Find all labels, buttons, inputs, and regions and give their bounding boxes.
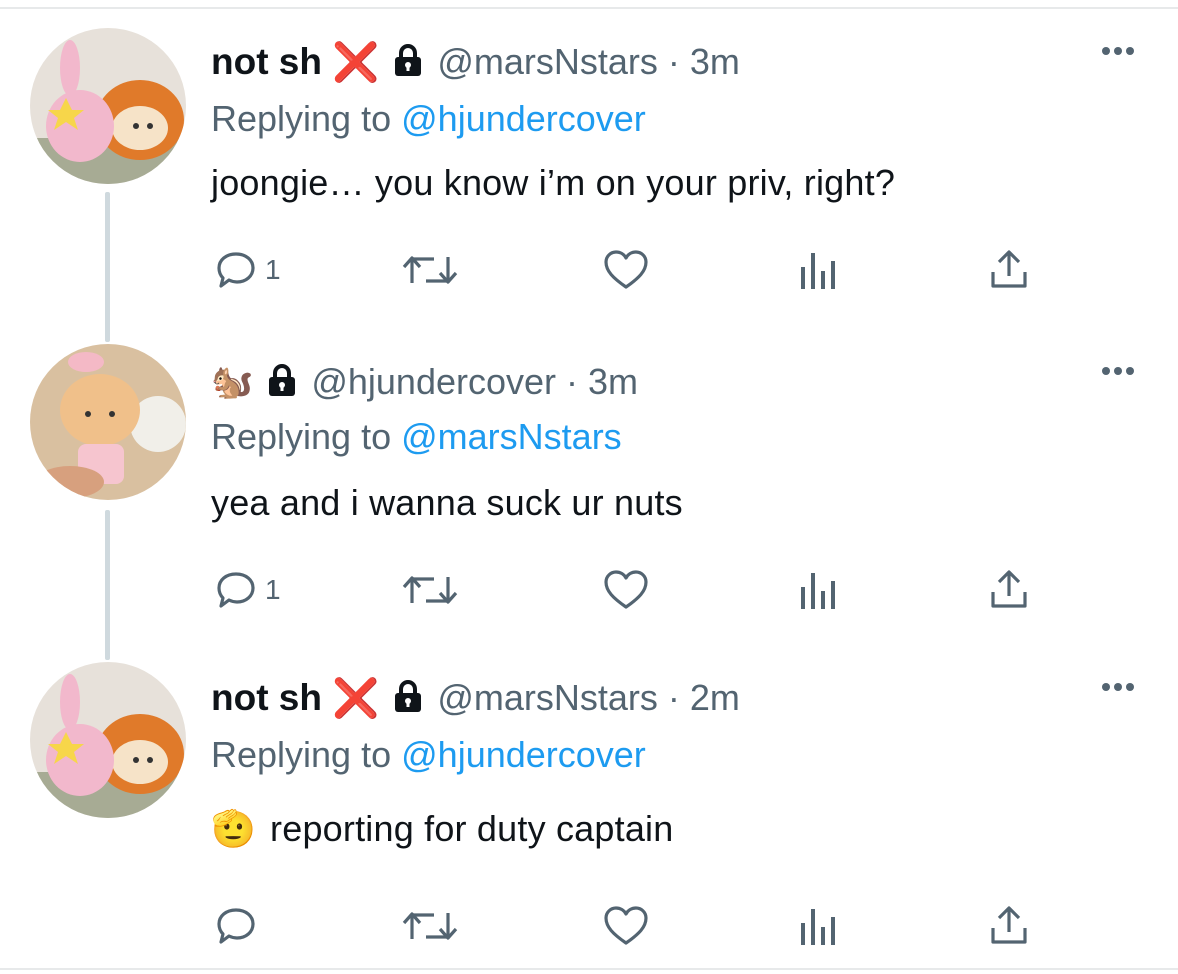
reply-icon	[217, 572, 255, 608]
views-icon	[801, 253, 835, 289]
replying-prefix: Replying to	[211, 98, 392, 139]
reply-button[interactable]: 1	[215, 564, 281, 616]
views-button[interactable]	[799, 900, 839, 952]
lock-icon	[393, 679, 423, 718]
separator-dot: ·	[667, 41, 680, 82]
share-icon	[991, 250, 1027, 288]
retweet-button[interactable]	[400, 900, 460, 952]
retweet-icon	[402, 256, 458, 284]
like-button[interactable]	[603, 244, 649, 296]
more-options-icon[interactable]	[1100, 364, 1136, 383]
share-button[interactable]	[988, 564, 1030, 616]
reply-count: 1	[265, 254, 281, 285]
like-icon	[604, 906, 648, 945]
cross-mark-icon: ❌	[331, 39, 380, 84]
display-name[interactable]: not sh	[211, 677, 322, 719]
bottom-divider	[0, 968, 1178, 970]
replying-prefix: Replying to	[211, 416, 392, 457]
retweet-icon	[402, 912, 458, 940]
share-button[interactable]	[988, 244, 1030, 296]
reply-icon	[217, 252, 255, 288]
lock-icon	[393, 43, 423, 82]
more-options-icon[interactable]	[1100, 44, 1136, 63]
chipmunk-icon: 🐿️	[211, 363, 254, 401]
retweet-button[interactable]	[400, 564, 460, 616]
replying-prefix: Replying to	[211, 734, 392, 775]
reply-icon	[217, 908, 255, 944]
retweet-icon	[402, 576, 458, 604]
replying-to-link[interactable]: @marsNstars	[401, 416, 622, 457]
user-handle[interactable]: @marsNstars	[437, 41, 658, 83]
tweet[interactable]: 🐿️ @hjundercover · 3m Replying to @marsN…	[0, 318, 1178, 628]
tweet-header: 🐿️ @hjundercover · 3m	[211, 360, 638, 404]
display-name[interactable]: not sh	[211, 41, 322, 83]
like-icon	[604, 250, 648, 289]
separator-dot: ·	[566, 361, 579, 402]
action-bar: 1	[211, 244, 1041, 296]
tweet-text: joongie… you know i’m on your priv, righ…	[211, 162, 896, 203]
avatar[interactable]	[30, 344, 186, 500]
separator-dot: ·	[667, 677, 680, 718]
user-handle[interactable]: @marsNstars	[437, 677, 658, 719]
like-icon	[604, 570, 648, 609]
replying-to: Replying to @marsNstars	[211, 416, 622, 458]
tweet[interactable]: not sh ❌ @marsNstars · 2m Replying to @h…	[0, 636, 1178, 946]
timestamp[interactable]: 3m	[588, 361, 638, 403]
salute-emoji-icon: 🫡	[211, 808, 257, 849]
views-icon	[801, 573, 835, 609]
replying-to: Replying to @hjundercover	[211, 734, 646, 776]
tweet-text: yea and i wanna suck ur nuts	[211, 482, 683, 523]
views-button[interactable]	[799, 564, 839, 616]
share-icon	[991, 570, 1027, 608]
retweet-button[interactable]	[400, 244, 460, 296]
avatar[interactable]	[30, 662, 186, 818]
views-button[interactable]	[799, 244, 839, 296]
share-icon	[991, 906, 1027, 944]
tweet-text-body: reporting for duty captain	[270, 808, 674, 849]
views-icon	[801, 909, 835, 945]
reply-button[interactable]: 1	[215, 244, 281, 296]
like-button[interactable]	[603, 900, 649, 952]
tweet[interactable]: not sh ❌ @marsNstars · 3m Replying to @h…	[0, 0, 1178, 310]
replying-to-link[interactable]: @hjundercover	[401, 734, 646, 775]
timestamp[interactable]: 2m	[690, 677, 740, 719]
lock-icon	[267, 363, 297, 402]
cross-mark-icon: ❌	[331, 675, 380, 720]
share-button[interactable]	[988, 900, 1030, 952]
reply-button[interactable]	[215, 900, 265, 952]
like-button[interactable]	[603, 564, 649, 616]
tweet-header: not sh ❌ @marsNstars · 2m	[211, 676, 740, 720]
action-bar	[211, 900, 1041, 952]
tweet-text: 🫡 reporting for duty captain	[211, 808, 673, 850]
tweet-header: not sh ❌ @marsNstars · 3m	[211, 40, 740, 84]
action-bar: 1	[211, 564, 1041, 616]
timestamp[interactable]: 3m	[690, 41, 740, 83]
user-handle[interactable]: @hjundercover	[311, 361, 556, 403]
replying-to: Replying to @hjundercover	[211, 98, 646, 140]
reply-count: 1	[265, 574, 281, 605]
more-options-icon[interactable]	[1100, 680, 1136, 699]
avatar[interactable]	[30, 28, 186, 184]
replying-to-link[interactable]: @hjundercover	[401, 98, 646, 139]
